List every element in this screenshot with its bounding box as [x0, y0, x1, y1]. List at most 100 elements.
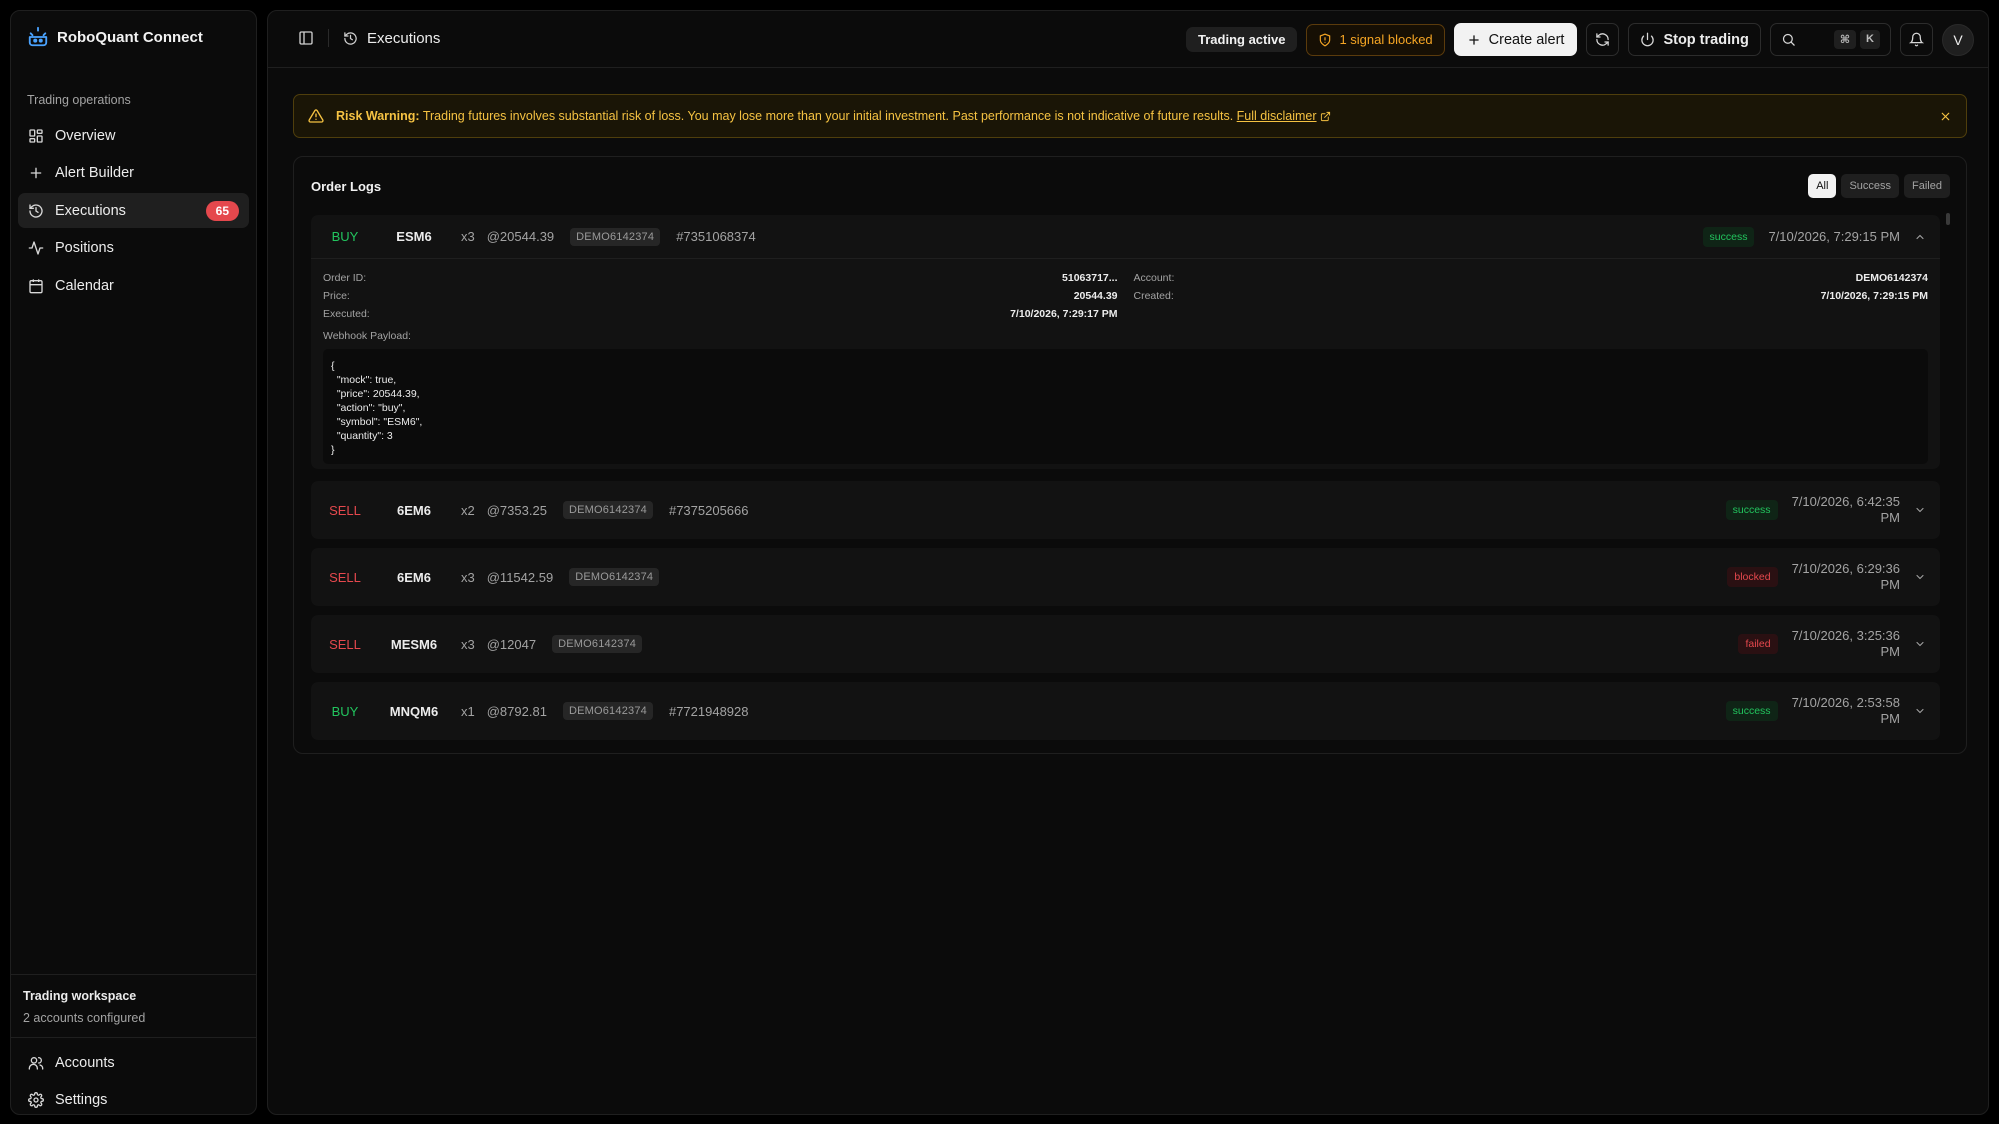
grid-icon: [28, 128, 44, 144]
status-filter: All Success Failed: [1808, 174, 1950, 198]
sidebar-item-label: Accounts: [55, 1054, 115, 1071]
order-price: @12047: [486, 636, 537, 652]
order-row-header[interactable]: SELL 6EM6 x2 @7353.25 DEMO6142374 #73752…: [311, 481, 1940, 539]
avatar[interactable]: V: [1942, 23, 1974, 56]
order-qty: x1: [461, 703, 475, 719]
status-badge: blocked: [1727, 567, 1778, 587]
sidebar-item-overview[interactable]: Overview: [18, 118, 249, 153]
sidebar-item-label: Executions: [55, 202, 126, 219]
account-badge: DEMO6142374: [552, 635, 643, 653]
label-account: Account:: [1133, 272, 1175, 284]
activity-icon: [28, 240, 44, 256]
status-badge: success: [1702, 226, 1755, 247]
kbd-k: K: [1860, 30, 1880, 49]
plus-icon: [1467, 33, 1481, 47]
filter-failed-button[interactable]: Failed: [1904, 174, 1950, 198]
sidebar-item-positions[interactable]: Positions: [18, 231, 249, 266]
order-logs-card: Order Logs All Success Failed BUY ESM6 x…: [293, 156, 1967, 754]
notifications-button[interactable]: [1900, 23, 1933, 56]
stop-trading-button[interactable]: Stop trading: [1628, 23, 1761, 56]
chevron-down-icon[interactable]: [1914, 638, 1926, 650]
create-alert-button[interactable]: Create alert: [1453, 23, 1578, 56]
value-created: 7/10/2026, 7:29:15 PM: [1820, 290, 1928, 302]
topbar: Executions Trading active 1 signal block…: [268, 11, 1988, 68]
chevron-down-icon[interactable]: [1914, 571, 1926, 583]
order-row[interactable]: SELL 6EM6 x2 @7353.25 DEMO6142374 #73752…: [311, 481, 1940, 539]
calendar-icon: [28, 278, 44, 294]
search-button[interactable]: ⌘ K: [1769, 23, 1891, 56]
filter-success-button[interactable]: Success: [1841, 174, 1900, 198]
chevron-down-icon[interactable]: [1914, 705, 1926, 717]
toggle-sidebar-icon[interactable]: [298, 30, 314, 46]
order-row-header[interactable]: SELL 6EM6 x3 @11542.59 DEMO6142374 block…: [311, 548, 1940, 606]
history-icon: [343, 31, 358, 46]
order-price: @20544.39: [486, 229, 555, 244]
refresh-button[interactable]: [1586, 23, 1620, 56]
sidebar: RoboQuant Connect Trading operations Ove…: [10, 10, 257, 1115]
label-webhook-payload: Webhook Payload:: [323, 330, 411, 342]
stop-trading-label: Stop trading: [1663, 31, 1749, 48]
sidebar-item-label: Settings: [55, 1092, 108, 1108]
scrollbar[interactable]: [1946, 213, 1950, 225]
divider: [328, 29, 329, 47]
label-price: Price:: [323, 290, 350, 302]
kbd-cmd: ⌘: [1833, 30, 1857, 49]
order-time: 7/10/2026, 6:29:36 PM: [1791, 561, 1900, 592]
warning-triangle-icon: [308, 108, 324, 124]
gear-icon: [28, 1092, 44, 1108]
account-badge: DEMO6142374: [562, 702, 653, 720]
close-icon[interactable]: [1939, 110, 1952, 123]
label-order-id: Order ID:: [323, 272, 367, 284]
order-row: BUY ESM6 x3 @20544.39 DEMO6142374 #73510…: [311, 215, 1940, 469]
sidebar-item-executions[interactable]: Executions 65: [18, 193, 249, 228]
order-side: SELL: [329, 636, 361, 652]
main-panel: Executions Trading active 1 signal block…: [267, 10, 1989, 1115]
refresh-icon: [1595, 32, 1610, 47]
plus-icon: [28, 165, 44, 181]
filter-all-button[interactable]: All: [1808, 174, 1837, 198]
order-symbol: 6EM6: [397, 502, 431, 518]
order-symbol: 6EM6: [397, 569, 431, 585]
order-side: SELL: [329, 502, 361, 518]
signal-blocked-label: 1 signal blocked: [1339, 32, 1433, 47]
order-row[interactable]: SELL 6EM6 x3 @11542.59 DEMO6142374 block…: [311, 548, 1940, 606]
order-row[interactable]: BUY MNQM6 x1 @8792.81 DEMO6142374 #77219…: [311, 682, 1940, 740]
webhook-payload: { "mock": true, "price": 20544.39, "acti…: [323, 349, 1928, 464]
primary-nav: Overview Alert Builder Executions 65 Pos…: [18, 118, 249, 306]
brand[interactable]: RoboQuant Connect: [27, 26, 203, 48]
chevron-down-icon[interactable]: [1914, 504, 1926, 516]
sidebar-item-calendar[interactable]: Calendar: [18, 268, 249, 303]
breadcrumb: Executions: [343, 30, 440, 47]
sidebar-item-label: Overview: [55, 127, 116, 144]
disclaimer-link[interactable]: Full disclaimer: [1237, 109, 1317, 123]
signal-blocked-button[interactable]: 1 signal blocked: [1306, 23, 1445, 56]
chevron-up-icon[interactable]: [1914, 231, 1926, 243]
search-icon: [1781, 32, 1796, 47]
workspace-subtitle: 2 accounts configured: [23, 1011, 146, 1025]
label-created: Created:: [1133, 290, 1174, 302]
order-side: SELL: [329, 569, 361, 585]
order-price: @11542.59: [486, 569, 554, 585]
sidebar-item-accounts[interactable]: Accounts: [18, 1045, 249, 1080]
order-symbol: MNQM6: [389, 703, 439, 719]
order-row-header[interactable]: SELL MESM6 x3 @12047 DEMO6142374 failed …: [311, 615, 1940, 673]
order-number: #7351068374: [676, 229, 756, 244]
sidebar-item-settings[interactable]: Settings: [18, 1083, 249, 1118]
value-price: 20544.39: [1073, 290, 1118, 302]
order-side: BUY: [331, 229, 359, 244]
risk-warning-banner: Risk Warning: Trading futures involves s…: [293, 94, 1967, 138]
executions-count-badge: 65: [205, 200, 239, 221]
account-badge: DEMO6142374: [570, 227, 661, 246]
order-qty: x3: [461, 569, 475, 585]
order-row[interactable]: SELL MESM6 x3 @12047 DEMO6142374 failed …: [311, 615, 1940, 673]
warning-text: Trading futures involves substantial ris…: [422, 109, 1234, 123]
value-order-id: 51063717...: [1062, 272, 1118, 284]
value-account: DEMO6142374: [1855, 272, 1928, 284]
secondary-nav: Accounts Settings: [18, 1045, 249, 1120]
workspace-info: Trading workspace 2 accounts configured: [11, 974, 256, 1038]
sidebar-item-alert-builder[interactable]: Alert Builder: [18, 156, 249, 191]
trading-status-badge: Trading active: [1186, 27, 1298, 52]
order-row-header[interactable]: BUY ESM6 x3 @20544.39 DEMO6142374 #73510…: [311, 215, 1940, 258]
order-row-header[interactable]: BUY MNQM6 x1 @8792.81 DEMO6142374 #77219…: [311, 682, 1940, 740]
order-number: #7375205666: [668, 502, 749, 518]
